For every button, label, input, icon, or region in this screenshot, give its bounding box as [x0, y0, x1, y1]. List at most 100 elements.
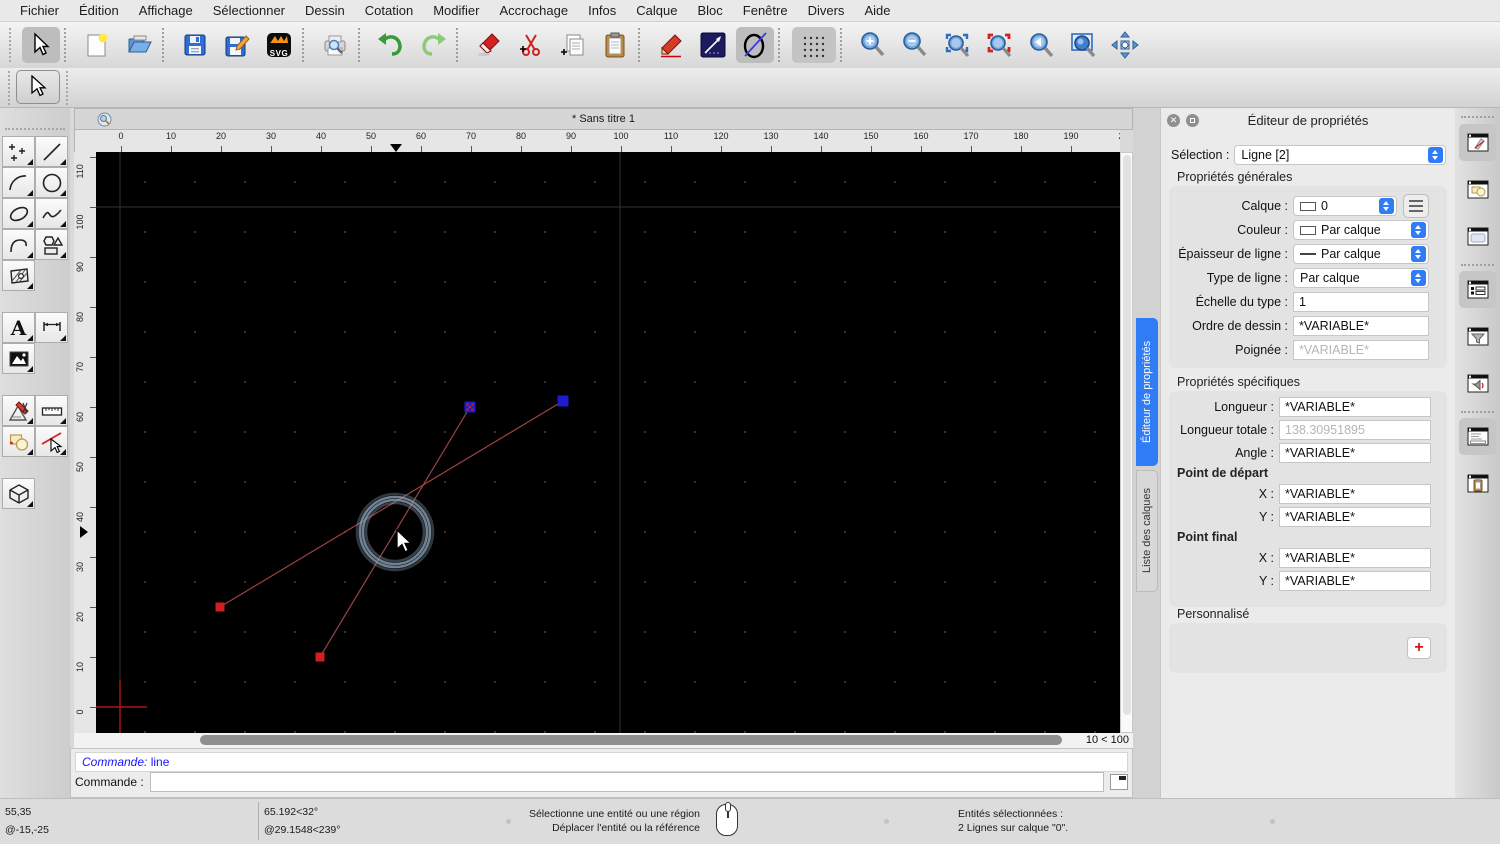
- print-preview-button[interactable]: [316, 27, 354, 63]
- vertical-scrollbar-thumb[interactable]: [1123, 155, 1131, 715]
- copy-button[interactable]: [554, 27, 592, 63]
- zoom-previous-button[interactable]: [1022, 27, 1060, 63]
- document-titlebar[interactable]: * Sans titre 1: [74, 108, 1133, 130]
- measure-tool-button[interactable]: [35, 395, 68, 426]
- image-tool-button[interactable]: [2, 343, 35, 374]
- menu-item[interactable]: Affichage: [129, 0, 203, 22]
- ellipse-tool-palette-button[interactable]: [2, 198, 35, 229]
- circle-tool-button[interactable]: [35, 167, 68, 198]
- command-dock-toggle-icon[interactable]: [1110, 774, 1128, 790]
- zoom-auto-button[interactable]: [938, 27, 976, 63]
- layer-menu-button[interactable]: [1403, 194, 1429, 218]
- line-tool-palette-button[interactable]: [35, 136, 68, 167]
- menu-item[interactable]: Divers: [798, 0, 855, 22]
- start-y-label: Y :: [1258, 510, 1274, 524]
- tool-palette: A: [0, 108, 70, 798]
- layer-label: Calque :: [1241, 199, 1288, 213]
- edit-entity-button[interactable]: [652, 27, 690, 63]
- command-window-icon: [1467, 427, 1488, 445]
- tab-layer-list[interactable]: Liste des calques: [1136, 470, 1158, 592]
- save-as-button[interactable]: [218, 27, 256, 63]
- menu-item[interactable]: Aide: [854, 0, 900, 22]
- save-button[interactable]: [176, 27, 214, 63]
- vertical-scrollbar[interactable]: [1120, 152, 1133, 733]
- dock-shapes-toolbar-button[interactable]: [1459, 171, 1496, 208]
- block-tool-button[interactable]: [2, 426, 35, 457]
- arc-tool-button[interactable]: [2, 167, 35, 198]
- export-svg-button[interactable]: SVG: [260, 27, 298, 63]
- menu-item[interactable]: Fichier: [10, 0, 69, 22]
- delete-button[interactable]: [470, 27, 508, 63]
- command-input[interactable]: [149, 772, 1104, 792]
- h-ruler-label: 140: [813, 131, 829, 141]
- modify-tool-button[interactable]: [2, 395, 35, 426]
- tab-property-editor[interactable]: Éditeur de propriétés: [1136, 318, 1158, 466]
- menu-item[interactable]: Édition: [69, 0, 129, 22]
- line-width-combo[interactable]: Par calque: [1293, 244, 1429, 264]
- menu-item[interactable]: Sélectionner: [203, 0, 295, 22]
- menu-item[interactable]: Accrochage: [489, 0, 578, 22]
- redo-button[interactable]: [414, 27, 452, 63]
- type-scale-input[interactable]: [1293, 292, 1429, 312]
- length-input[interactable]: [1279, 397, 1431, 417]
- dimension-tool-button[interactable]: [35, 312, 68, 343]
- dock-pen-toolbar-button[interactable]: [1459, 124, 1496, 161]
- v-ruler-label: 30: [75, 562, 85, 573]
- h-ruler-label: 80: [515, 131, 527, 141]
- dock-command-widget-button[interactable]: [1459, 418, 1496, 455]
- line-type-combo[interactable]: Par calque: [1293, 268, 1429, 288]
- menu-item[interactable]: Bloc: [687, 0, 732, 22]
- start-x-input[interactable]: [1279, 484, 1431, 504]
- zoom-redraw-button[interactable]: [980, 27, 1018, 63]
- draw-order-input[interactable]: [1293, 316, 1429, 336]
- drawing-canvas[interactable]: [96, 152, 1120, 733]
- zoom-window-button[interactable]: [1064, 27, 1102, 63]
- zoom-in-button[interactable]: [854, 27, 892, 63]
- points-tool-button[interactable]: [2, 136, 35, 167]
- dock-clipboard-button[interactable]: [1459, 465, 1496, 502]
- spline-tool-button[interactable]: [35, 198, 68, 229]
- menu-item[interactable]: Fenêtre: [733, 0, 798, 22]
- layer-combo[interactable]: 0: [1293, 196, 1397, 216]
- horizontal-scrollbar-thumb[interactable]: [200, 735, 1062, 745]
- line-tool-button[interactable]: [694, 27, 732, 63]
- menu-item[interactable]: Infos: [578, 0, 626, 22]
- new-document-button[interactable]: [78, 27, 116, 63]
- polygon-tool-button[interactable]: [35, 229, 68, 260]
- horizontal-scrollbar[interactable]: 10 < 100: [74, 733, 1133, 748]
- zoom-pan-button[interactable]: [1106, 27, 1144, 63]
- selection-combo[interactable]: Ligne [2]: [1234, 145, 1446, 165]
- undo-button[interactable]: [372, 27, 410, 63]
- v-ruler-label: 10: [75, 662, 85, 673]
- menu-item[interactable]: Dessin: [295, 0, 355, 22]
- main-toolbar: SVG: [0, 22, 1500, 68]
- paste-button[interactable]: [596, 27, 634, 63]
- polyline-tool-button[interactable]: [2, 229, 35, 260]
- solid-3d-tool-button[interactable]: [2, 478, 35, 509]
- color-combo[interactable]: Par calque: [1293, 220, 1429, 240]
- select-pointer-button[interactable]: [22, 27, 60, 63]
- menu-item[interactable]: Modifier: [423, 0, 489, 22]
- dock-filter-button[interactable]: [1459, 318, 1496, 355]
- dock-property-editor-button[interactable]: [1459, 271, 1496, 308]
- cut-button[interactable]: [512, 27, 550, 63]
- menu-item[interactable]: Calque: [626, 0, 687, 22]
- dock-notifications-button[interactable]: [1459, 365, 1496, 402]
- pointer-mode-button[interactable]: [16, 70, 60, 104]
- ellipse-tool-button[interactable]: [736, 27, 774, 63]
- select-entity-tool-button[interactable]: [35, 426, 68, 457]
- zoom-out-button[interactable]: [896, 27, 934, 63]
- menu-item[interactable]: Cotation: [355, 0, 423, 22]
- start-point-title: Point de départ: [1177, 466, 1268, 480]
- hatch-tool-button[interactable]: [2, 260, 35, 291]
- open-document-button[interactable]: [120, 27, 158, 63]
- end-y-input[interactable]: [1279, 571, 1431, 591]
- add-custom-property-button[interactable]: +: [1407, 637, 1431, 659]
- grid-toggle-button[interactable]: [792, 27, 836, 63]
- dock-blank-panel-button[interactable]: [1459, 218, 1496, 255]
- text-tool-button[interactable]: A: [2, 312, 35, 343]
- angle-input[interactable]: [1279, 443, 1431, 463]
- start-y-input[interactable]: [1279, 507, 1431, 527]
- toolbar-separator: [162, 28, 172, 62]
- end-x-input[interactable]: [1279, 548, 1431, 568]
